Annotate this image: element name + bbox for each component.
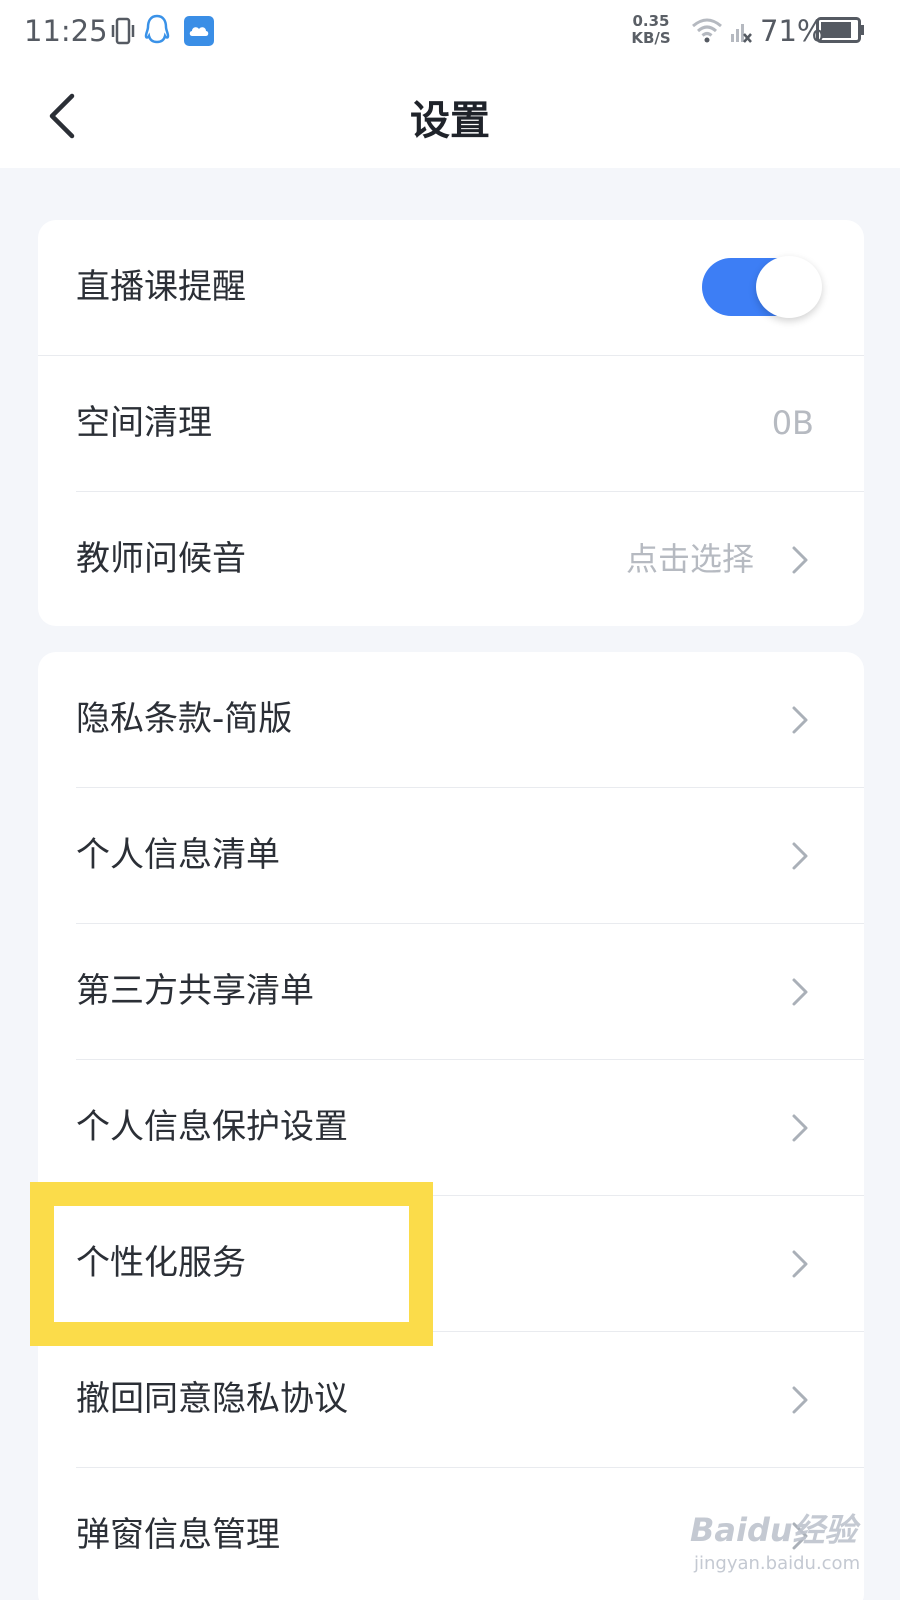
chevron-right-icon [792,1386,808,1414]
privacy-terms-row[interactable]: 隐私条款-简版 [38,652,864,787]
qq-icon [144,14,170,44]
toggle-knob [756,256,822,318]
greeting-select-value: 点击选择 [625,540,754,578]
personal-info-protection-row[interactable]: 个人信息保护设置 [38,1060,864,1195]
chevron-right-icon [792,706,808,734]
battery-icon [816,17,864,43]
third-party-sharing-row[interactable]: 第三方共享清单 [38,924,864,1059]
status-bar: 11:25 0.35 KB/S 71% [0,0,900,66]
row-label: 个人信息保护设置 [76,1107,348,1147]
settings-group-general: 直播课提醒 空间清理 0B 教师问候音 点击选择 [38,220,864,626]
row-label: 弹窗信息管理 [76,1515,280,1555]
chevron-right-icon [792,842,808,870]
row-label: 撤回同意隐私协议 [76,1379,348,1419]
page-title: 设置 [410,98,490,144]
row-label: 隐私条款-简版 [76,699,293,739]
baidu-watermark: Baidu经验 jingyan.baidu.com [690,1505,860,1585]
live-class-reminder-toggle[interactable] [702,256,822,318]
row-label: 空间清理 [76,403,212,443]
chevron-right-icon [792,546,808,574]
battery-percent: 71% [760,14,825,48]
signal-off-icon [731,24,752,43]
row-label: 个性化服务 [76,1243,246,1283]
teacher-greeting-row[interactable]: 教师问候音 点击选择 [38,492,864,626]
personalized-service-row[interactable]: 个性化服务 [38,1196,864,1331]
chevron-right-icon [792,1114,808,1142]
row-label: 个人信息清单 [76,835,280,875]
row-label: 教师问候音 [76,539,246,579]
storage-cleanup-row[interactable]: 空间清理 0B [38,356,864,491]
cloud-app-icon [184,16,214,46]
live-class-reminder-row: 直播课提醒 [38,220,864,355]
row-label: 第三方共享清单 [76,971,314,1011]
chevron-right-icon [792,978,808,1006]
nav-bar: 设置 [0,66,900,168]
settings-group-privacy: 隐私条款-简版 个人信息清单 第三方共享清单 个人信息保护设置 个性化服务 撤回… [38,652,864,1600]
chevron-right-icon [792,1250,808,1278]
personal-info-list-row[interactable]: 个人信息清单 [38,788,864,923]
row-label: 直播课提醒 [76,267,246,307]
status-time: 11:25 [24,14,108,48]
watermark-url: jingyan.baidu.com [694,1553,861,1574]
wifi-icon [692,18,722,43]
vibrate-icon [111,17,135,45]
watermark-logo-text: Baidu经验 [690,1511,857,1549]
storage-size-value: 0B [771,404,814,442]
network-speed: 0.35 KB/S [631,12,671,47]
revoke-privacy-consent-row[interactable]: 撤回同意隐私协议 [38,1332,864,1467]
